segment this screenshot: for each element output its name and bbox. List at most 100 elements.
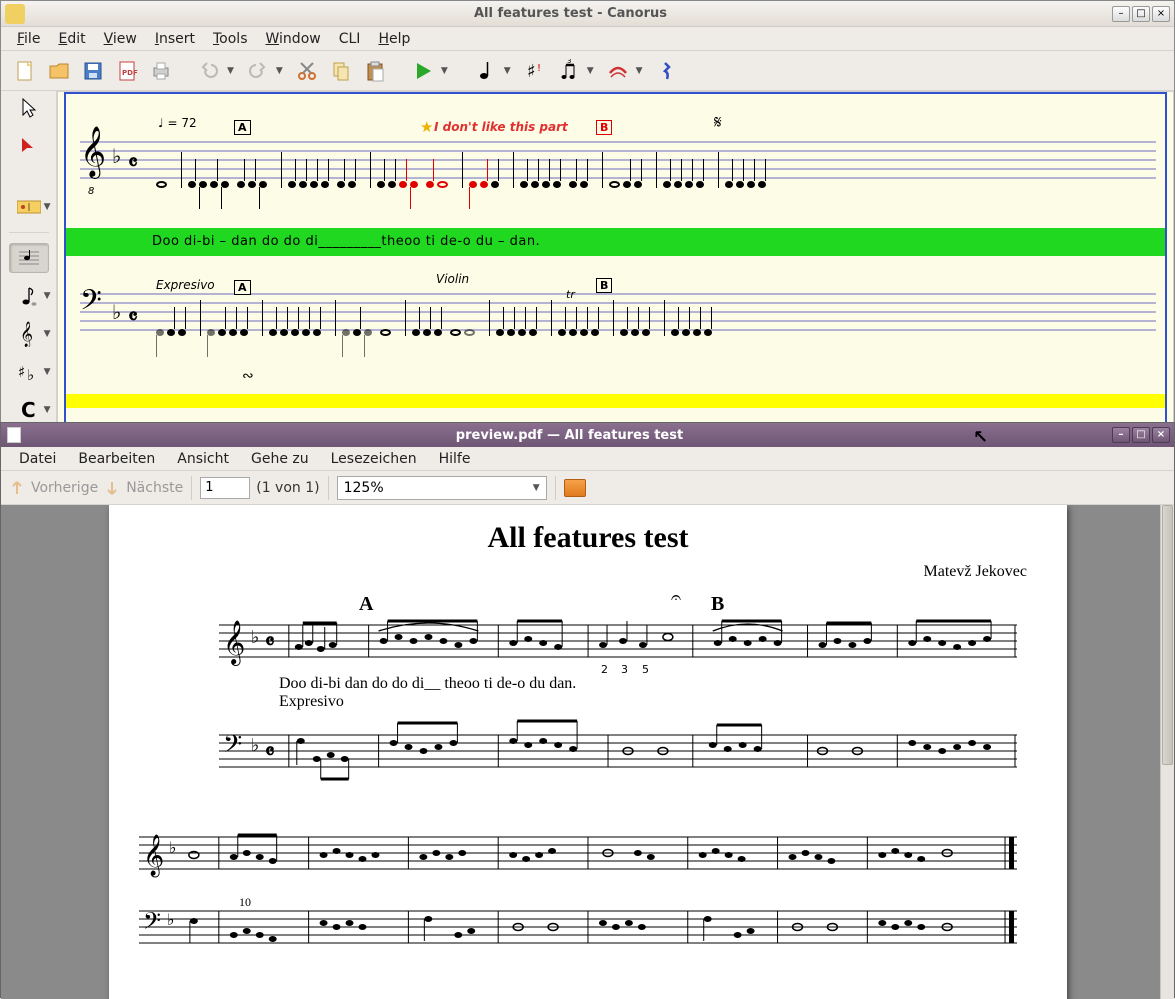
- menu-view[interactable]: View: [96, 28, 145, 50]
- tuplet-dropdown[interactable]: ▼: [587, 66, 598, 76]
- svg-text:♭: ♭: [251, 627, 259, 648]
- accidental-icon[interactable]: ♯!: [521, 57, 549, 85]
- fingering-5: 5: [642, 663, 649, 676]
- star-icon: ★: [420, 118, 433, 136]
- play-dropdown[interactable]: ▼: [441, 66, 452, 76]
- rehearsal-a: A: [234, 120, 251, 135]
- redo-icon[interactable]: [244, 57, 272, 85]
- menu-cli[interactable]: CLI: [331, 28, 369, 50]
- svg-text:♯: ♯: [18, 363, 25, 381]
- prev-arrow-icon[interactable]: [9, 480, 25, 496]
- open-folder-icon[interactable]: [45, 57, 73, 85]
- print-icon[interactable]: [147, 57, 175, 85]
- pdf-minimize-button[interactable]: –: [1112, 427, 1130, 443]
- select-tool-icon[interactable]: [9, 93, 49, 123]
- menu-hilfe[interactable]: Hilfe: [429, 448, 481, 470]
- svg-text:𝄞: 𝄞: [143, 834, 164, 877]
- menu-insert[interactable]: Insert: [147, 28, 203, 50]
- svg-text:𝄢: 𝄢: [223, 730, 242, 765]
- prev-label[interactable]: Vorherige: [31, 480, 98, 496]
- paste-icon[interactable]: [361, 57, 389, 85]
- svg-text:C: C: [21, 399, 36, 421]
- canorus-titlebar: All features test - Canorus – □ ×: [1, 1, 1174, 27]
- note-duration-dropdown[interactable]: ▼: [504, 66, 515, 76]
- staff-tool-icon[interactable]: [9, 243, 49, 273]
- bass-clef-icon: 𝄢: [80, 286, 102, 324]
- key-signature-flat-bass: ♭: [112, 300, 121, 325]
- clef-tool-icon[interactable]: 𝄞▼: [5, 319, 53, 349]
- svg-text:♭: ♭: [251, 735, 259, 756]
- pdf-viewport[interactable]: All features test Matevž Jekovec A 𝄐 B 𝄞…: [1, 505, 1174, 999]
- pdf-doc-title: All features test: [109, 521, 1067, 555]
- redo-dropdown[interactable]: ▼: [276, 66, 287, 76]
- pdf-titlebar: preview.pdf — All features test – □ ×: [1, 423, 1174, 447]
- annotation-text: I don't like this part: [434, 120, 568, 134]
- new-document-icon[interactable]: [11, 57, 39, 85]
- svg-text:𝄞: 𝄞: [20, 321, 33, 347]
- undo-dropdown[interactable]: ▼: [227, 66, 238, 76]
- pdf-menubar: Datei Bearbeiten Ansicht Gehe zu Lesezei…: [1, 447, 1174, 471]
- app-icon: [5, 4, 25, 24]
- left-toolbar: ▼ ▼ 𝄞▼ ♯♭▼ C▼: [1, 91, 57, 425]
- zoom-select[interactable]: 125% ▼: [337, 476, 547, 500]
- main-toolbar: PDF ▼ ▼ ▼ ▼ ♯! 3 ▼ ▼: [1, 51, 1174, 91]
- pdf-close-button[interactable]: ×: [1152, 427, 1170, 443]
- rehearsal-b: B: [596, 120, 612, 135]
- zoom-dropdown-icon: ▼: [533, 483, 540, 493]
- pdf-maximize-button[interactable]: □: [1132, 427, 1150, 443]
- page-number-input[interactable]: [200, 477, 250, 499]
- mouse-cursor: [973, 427, 985, 445]
- expresivo-mark: Expresivo: [156, 278, 215, 292]
- note-duration-icon[interactable]: [472, 57, 500, 85]
- score-area[interactable]: 𝄞 ♭ 𝄴 8 ♩ = 72 A ★ I don't like this par…: [57, 91, 1174, 425]
- svg-text:𝄴: 𝄴: [265, 740, 275, 765]
- save-icon[interactable]: [79, 57, 107, 85]
- export-pdf-icon[interactable]: PDF: [113, 57, 141, 85]
- svg-text:𝄞: 𝄞: [223, 620, 245, 666]
- canorus-window: All features test - Canorus – □ × File E…: [0, 0, 1175, 424]
- svg-text:♭: ♭: [169, 838, 177, 857]
- next-label[interactable]: Nächste: [126, 480, 183, 496]
- svg-text:𝄢: 𝄢: [143, 907, 161, 940]
- zoom-value: 125%: [344, 480, 384, 496]
- pdf-scrollbar[interactable]: [1160, 505, 1174, 999]
- edit-tool-icon[interactable]: [9, 131, 49, 161]
- rehearsal-b-bass: B: [596, 278, 612, 293]
- next-arrow-icon[interactable]: [104, 480, 120, 496]
- context-tool-icon[interactable]: ▼: [5, 192, 53, 222]
- menu-edit[interactable]: Edit: [50, 28, 93, 50]
- lyrics-text: Doo di-bi – dan do do di_________theoo t…: [152, 234, 540, 249]
- minimize-button[interactable]: –: [1112, 6, 1130, 22]
- pdf-composer: Matevž Jekovec: [109, 563, 1067, 581]
- rest-icon[interactable]: [653, 57, 681, 85]
- time-signature-bass: 𝄴: [128, 304, 138, 330]
- menu-file[interactable]: File: [9, 28, 48, 50]
- yellow-band: [66, 394, 1165, 408]
- window-title: All features test - Canorus: [29, 6, 1112, 21]
- timesig-tool-icon[interactable]: C▼: [5, 395, 53, 425]
- tuplet-icon[interactable]: 3: [555, 57, 583, 85]
- octave-8: 8: [88, 186, 94, 197]
- menubar: File Edit View Insert Tools Window CLI H…: [1, 27, 1174, 51]
- open-folder-icon[interactable]: [564, 479, 586, 497]
- voice-tool-icon[interactable]: ▼: [5, 281, 53, 311]
- menu-gehezu[interactable]: Gehe zu: [241, 448, 319, 470]
- slur-icon[interactable]: [604, 57, 632, 85]
- menu-datei[interactable]: Datei: [9, 448, 66, 470]
- close-button[interactable]: ×: [1152, 6, 1170, 22]
- copy-icon[interactable]: [327, 57, 355, 85]
- menu-ansicht[interactable]: Ansicht: [167, 448, 239, 470]
- lyrics-band[interactable]: Doo di-bi – dan do do di_________theoo t…: [66, 228, 1165, 256]
- maximize-button[interactable]: □: [1132, 6, 1150, 22]
- cut-icon[interactable]: [293, 57, 321, 85]
- play-icon[interactable]: [409, 57, 437, 85]
- undo-icon[interactable]: [195, 57, 223, 85]
- menu-window[interactable]: Window: [258, 28, 329, 50]
- menu-bearbeiten[interactable]: Bearbeiten: [68, 448, 165, 470]
- menu-help[interactable]: Help: [370, 28, 418, 50]
- menu-tools[interactable]: Tools: [205, 28, 256, 50]
- slur-dropdown[interactable]: ▼: [636, 66, 647, 76]
- key-tool-icon[interactable]: ♯♭▼: [5, 357, 53, 387]
- menu-lesezeichen[interactable]: Lesezeichen: [321, 448, 427, 470]
- pdf-scrollbar-thumb[interactable]: [1162, 505, 1173, 765]
